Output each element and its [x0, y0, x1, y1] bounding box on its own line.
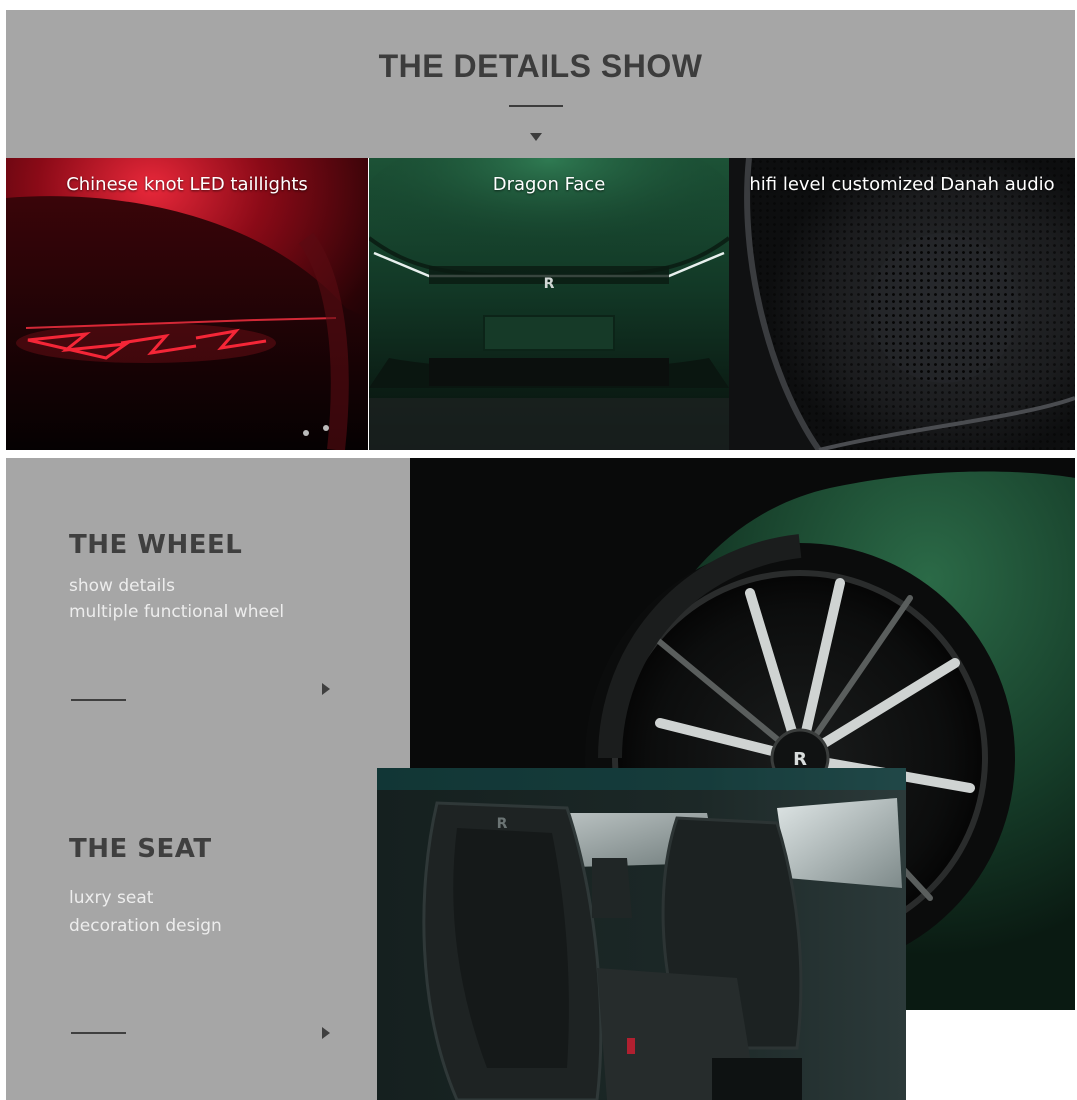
dragon-face-panel: R Dragon Face: [369, 158, 729, 450]
dragon-face-image: R: [369, 158, 729, 450]
svg-text:R: R: [793, 749, 807, 770]
details-header: THE DETAILS SHOW: [6, 10, 1075, 158]
svg-text:R: R: [497, 816, 508, 832]
seat-title: THE SEAT: [69, 834, 212, 864]
triangle-down-icon: [530, 133, 542, 141]
panel-caption-taillights: Chinese knot LED taillights: [66, 174, 308, 195]
page-title: THE DETAILS SHOW: [378, 48, 703, 84]
wheel-desc-line1: show details: [69, 576, 175, 596]
taillight-panel: Chinese knot LED taillights: [6, 158, 368, 450]
audio-panel: hifi level customized Danah audio: [729, 158, 1075, 450]
svg-text:R: R: [544, 276, 555, 292]
panel-caption-audio: hifi level customized Danah audio: [749, 174, 1055, 195]
triangle-right-icon[interactable]: [322, 683, 330, 695]
title-underline: [509, 105, 563, 107]
triangle-right-icon[interactable]: [322, 1027, 330, 1039]
seat-photo: R: [377, 768, 906, 1100]
wheel-desc-line2: multiple functional wheel: [69, 602, 285, 622]
wheel-rule: [71, 699, 126, 701]
white-gap: [906, 1010, 1075, 1100]
seat-desc-line2: decoration design: [69, 916, 222, 936]
panel-caption-dragon-face: Dragon Face: [492, 174, 606, 195]
wheel-title: THE WHEEL: [69, 530, 243, 560]
seat-rule: [71, 1032, 126, 1034]
seat-image: R: [377, 768, 906, 1100]
seat-desc-line1: luxry seat: [69, 888, 154, 908]
taillight-image: [6, 158, 368, 450]
speaker-image: [729, 158, 1075, 450]
